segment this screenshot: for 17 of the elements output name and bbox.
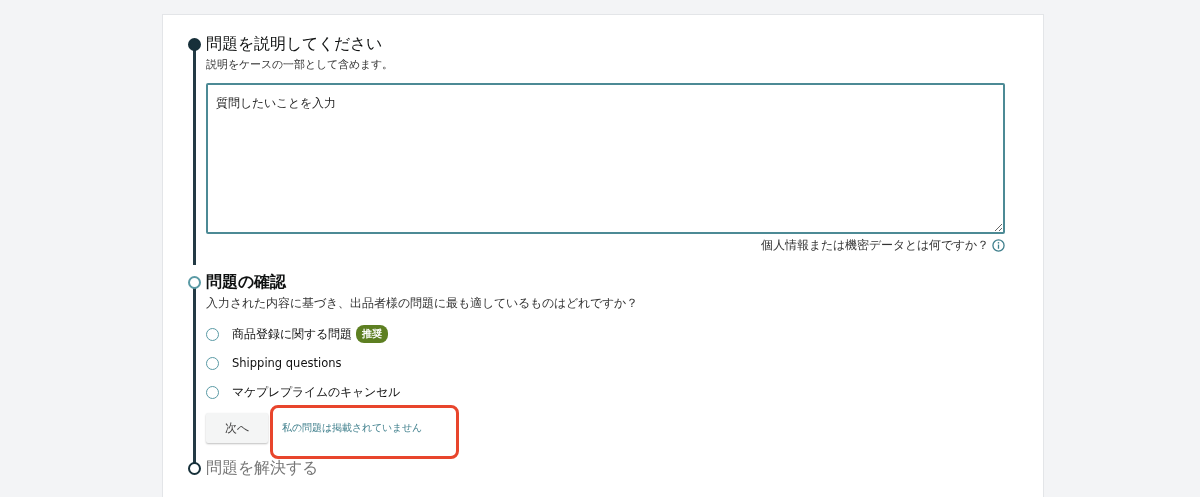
step-title: 問題を説明してください — [206, 33, 383, 55]
help-text: 個人情報または機密データとは何ですか？ — [761, 238, 989, 253]
recommended-badge: 推奨 — [356, 325, 388, 343]
question-text: 入力された内容に基づき、出品者様の問題に最も適しているものはどれですか？ — [206, 296, 639, 311]
next-button[interactable]: 次へ — [206, 413, 268, 443]
radio-button[interactable] — [206, 385, 219, 399]
option-label: マケプレプライムのキャンセル — [232, 384, 400, 400]
description-field[interactable]: 質問したいことを入力 — [206, 83, 1005, 234]
info-icon[interactable] — [992, 239, 1005, 252]
step-subtitle: 説明をケースの一部として含めます。 — [206, 57, 394, 72]
radio-button[interactable] — [206, 356, 219, 370]
step-title: 問題を解決する — [206, 457, 319, 479]
not-listed-link[interactable]: 私の問題は掲載されていません — [282, 421, 422, 435]
step-title: 問題の確認 — [206, 271, 287, 293]
radio-button[interactable] — [206, 327, 219, 341]
option-label: Shipping questions — [232, 356, 342, 370]
option-label: 商品登録に関する問題 — [232, 326, 352, 342]
